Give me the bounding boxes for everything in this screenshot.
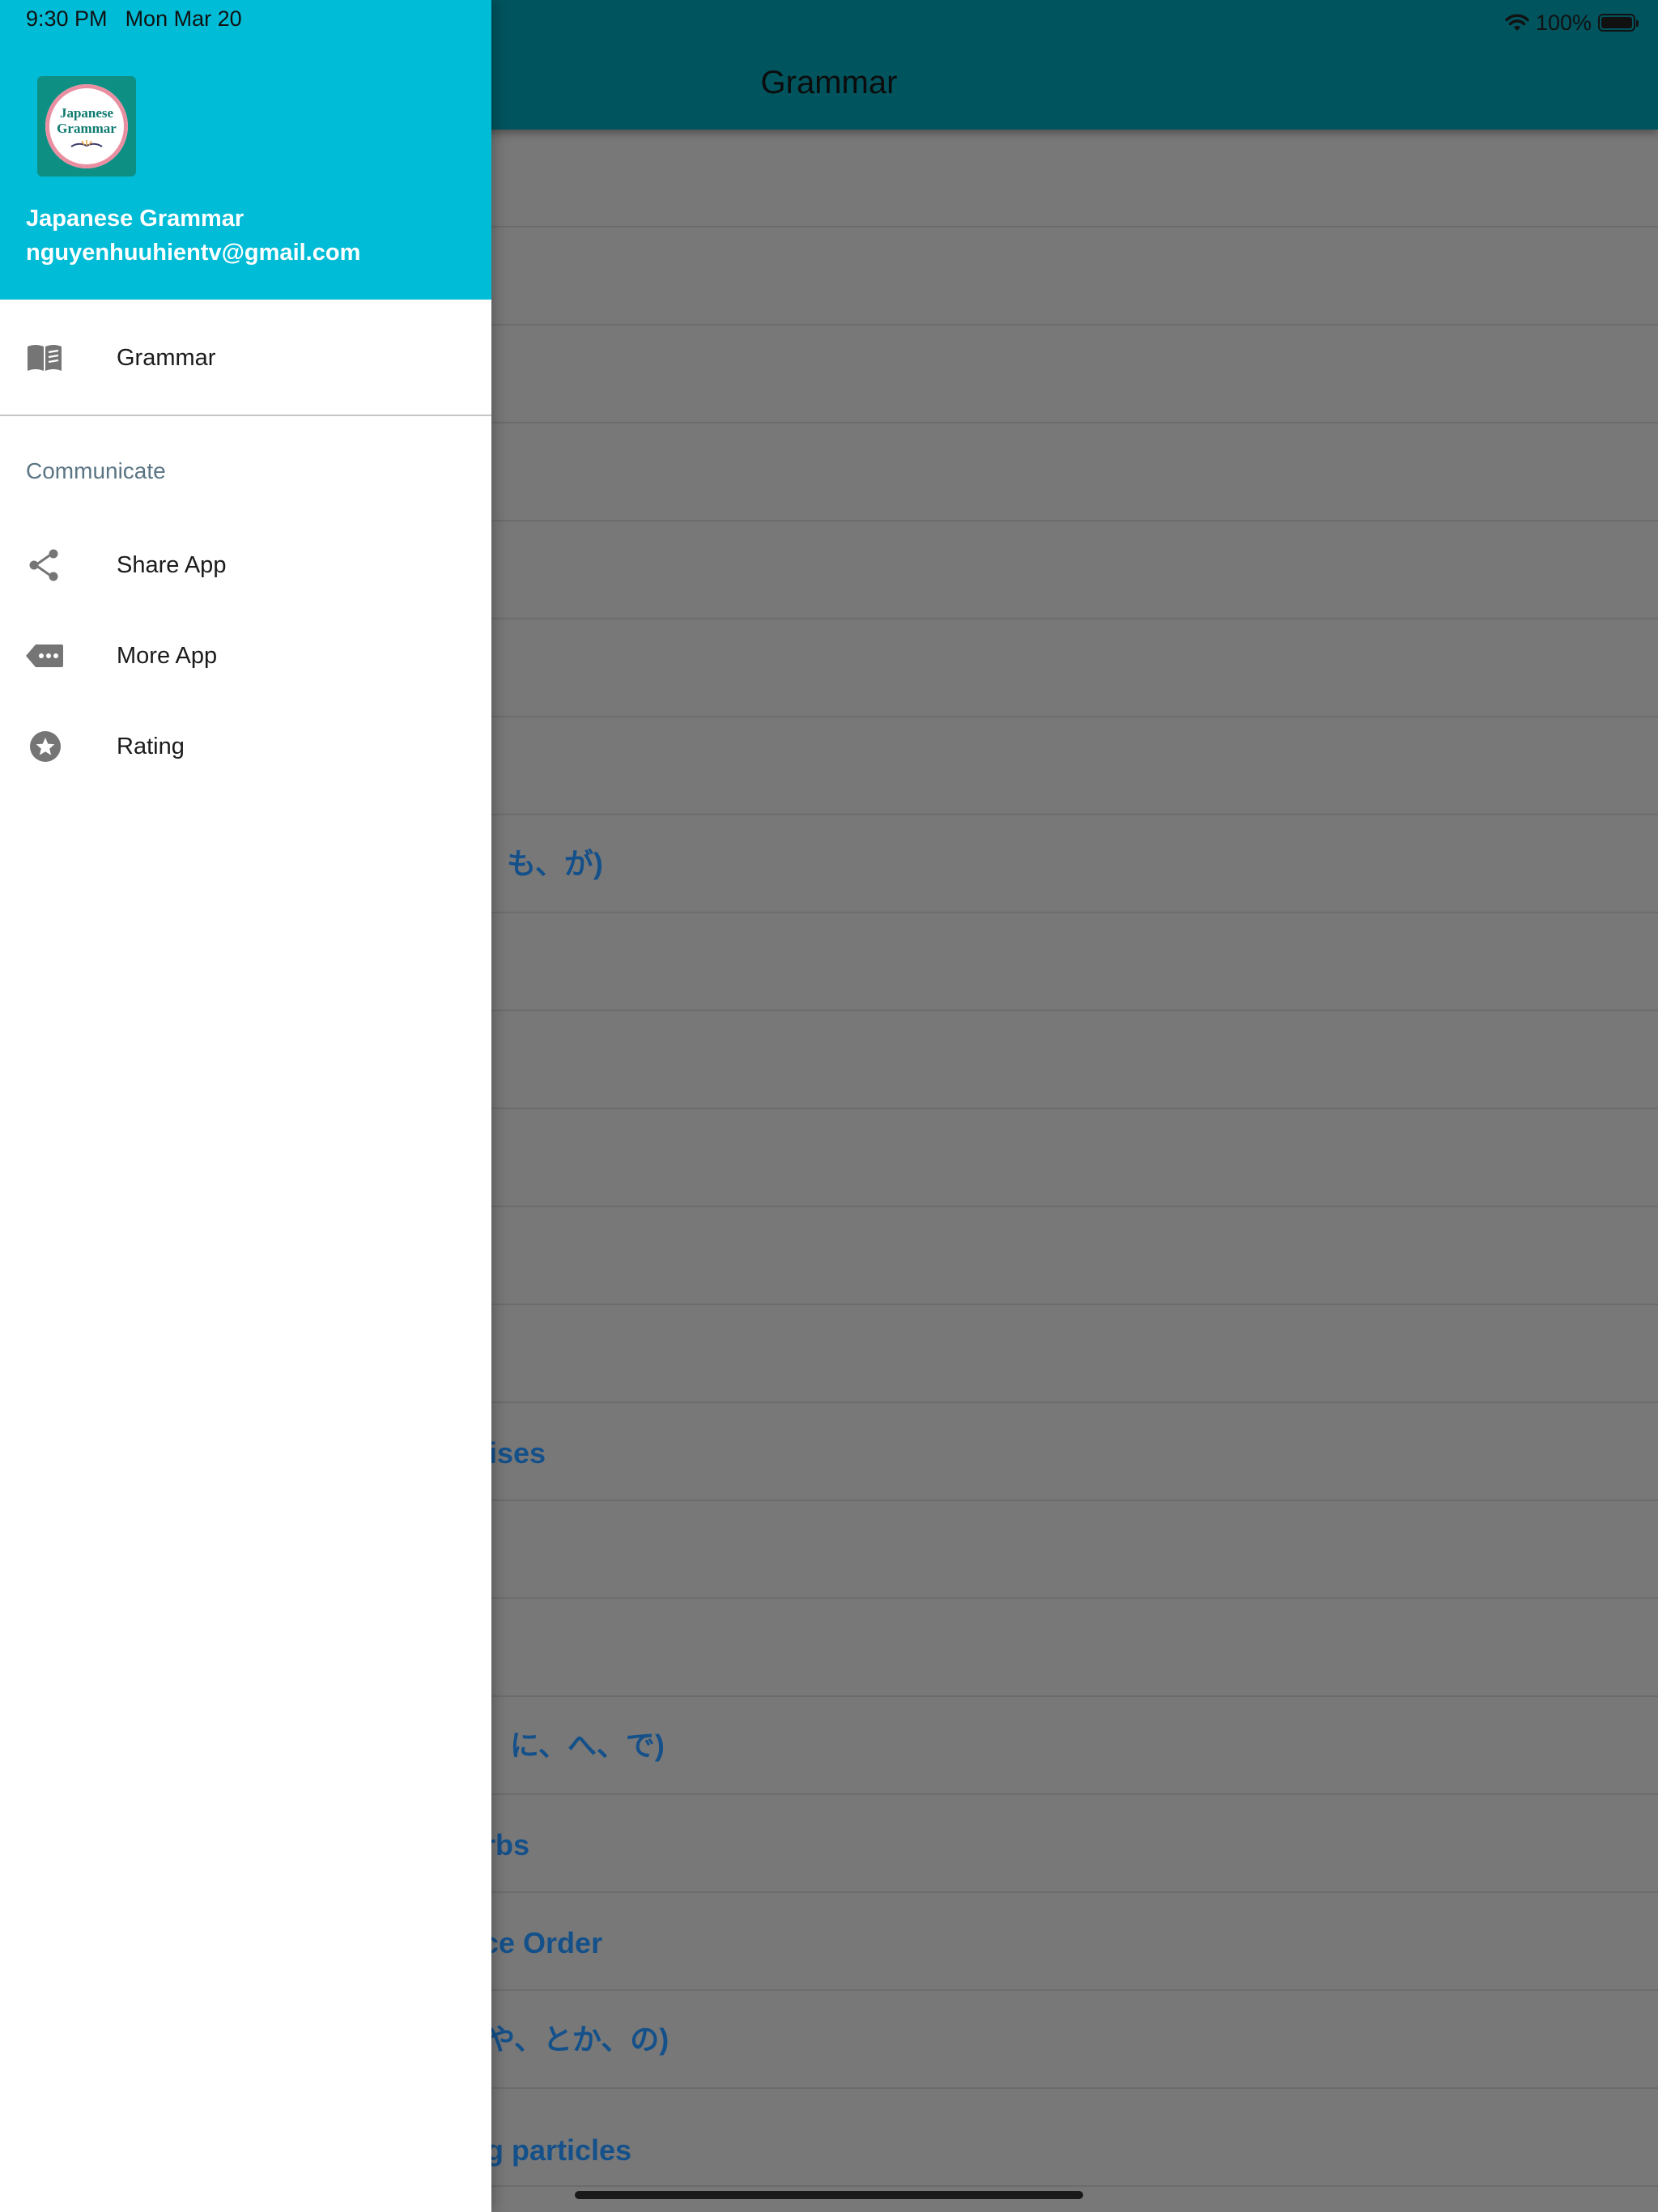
drawer-item-grammar[interactable]: Grammar	[0, 325, 491, 390]
status-bar-right: 100%	[1505, 6, 1639, 39]
drawer-item-share-app[interactable]: Share App	[0, 533, 491, 598]
status-date: Mon Mar 20	[125, 6, 242, 31]
app-logo: Japanese Grammar	[37, 76, 136, 177]
logo-text-line-2: Grammar	[57, 120, 117, 136]
drawer-item-rating[interactable]: Rating	[0, 714, 491, 779]
drawer-user-email: nguyenhuuhientv@gmail.com	[26, 240, 361, 266]
wifi-icon	[1505, 14, 1529, 31]
status-bar-left: 9:30 PM Mon Mar 20	[26, 6, 242, 32]
share-icon	[29, 549, 58, 581]
navigation-drawer: 9:30 PM Mon Mar 20 Japanese Grammar Japan…	[0, 0, 491, 2212]
logo-text-line-1: Japanese	[59, 104, 114, 121]
drawer-item-label: Share App	[117, 552, 227, 578]
book-icon	[28, 345, 62, 371]
status-time: 9:30 PM	[26, 6, 108, 31]
drawer-item-label: Grammar	[117, 345, 216, 371]
battery-percent: 100%	[1535, 10, 1592, 35]
battery-icon	[1598, 14, 1639, 32]
drawer-divider	[0, 415, 491, 416]
drawer-item-label: More App	[117, 643, 218, 669]
drawer-app-name: Japanese Grammar	[26, 206, 244, 232]
home-indicator[interactable]	[575, 2191, 1083, 2199]
drawer-item-more-app[interactable]: More App	[0, 623, 491, 688]
drawer-header: 9:30 PM Mon Mar 20 Japanese Grammar Japan…	[0, 0, 491, 300]
more-tag-icon	[26, 644, 63, 667]
open-book-icon	[70, 139, 103, 147]
star-icon	[30, 731, 61, 762]
section-label-communicate: Communicate	[26, 458, 166, 483]
drawer-item-label: Rating	[117, 734, 185, 759]
